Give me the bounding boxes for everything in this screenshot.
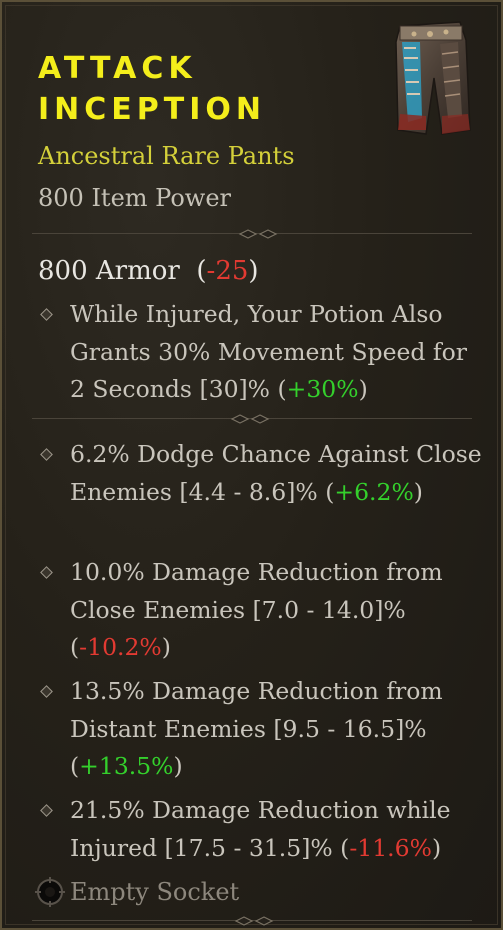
- armor-diff: -25: [206, 256, 249, 286]
- diamond-bullet-icon: [40, 308, 53, 321]
- implicit-affix: While Injured, Your Potion Also Grants 3…: [40, 296, 482, 409]
- item-name: ATTACK INCEPTION: [38, 48, 266, 130]
- affix-item: 21.5% Damage Reduction while Injured [17…: [40, 792, 482, 867]
- affix-diff: -11.6%: [349, 833, 432, 862]
- affix-diff: -10.2%: [79, 633, 162, 661]
- divider-ornament-icon: [234, 916, 274, 926]
- affix-item: 10.0% Damage Reduction from Close Enemie…: [40, 554, 482, 667]
- pants-icon: [390, 18, 472, 138]
- socket-label: Empty Socket: [70, 878, 240, 906]
- affix-close: ): [161, 633, 171, 661]
- affix-diff: +30%: [286, 375, 359, 403]
- divider-ornament-icon: [230, 414, 270, 424]
- divider: [32, 914, 472, 928]
- affix-item: 13.5% Damage Reduction from Distant Enem…: [40, 673, 482, 786]
- socket-icon: [35, 877, 65, 907]
- affix-close: ): [358, 375, 368, 403]
- divider-ornament-icon: [238, 229, 278, 239]
- armor-close: ): [248, 256, 259, 286]
- affix-diff: +13.5%: [79, 752, 174, 780]
- affix-item: 6.2% Dodge Chance Against Close Enemies …: [40, 436, 482, 511]
- item-type: Ancestral Rare Pants: [38, 142, 295, 170]
- armor-open: (: [196, 256, 207, 286]
- item-name-line1: ATTACK: [38, 51, 197, 86]
- item-tooltip: ATTACK INCEPTION Ancestral Rare Pants 80…: [0, 0, 503, 930]
- item-power: 800 Item Power: [38, 184, 231, 212]
- affix-diff: +6.2%: [334, 477, 414, 506]
- armor-stat: 800 Armor (-25): [38, 256, 259, 286]
- affix-close: ): [431, 833, 442, 862]
- affix-close: ): [173, 752, 183, 780]
- affix-text: While Injured, Your Potion Also Grants 3…: [70, 300, 468, 403]
- diamond-bullet-icon: [40, 685, 53, 698]
- diamond-bullet-icon: [40, 448, 53, 461]
- armor-value: 800 Armor: [38, 256, 180, 286]
- divider: [32, 227, 472, 241]
- divider: [32, 412, 472, 426]
- diamond-bullet-icon: [40, 804, 53, 817]
- diamond-bullet-icon: [40, 566, 53, 579]
- item-name-line2: INCEPTION: [38, 92, 267, 127]
- affix-close: ): [413, 477, 423, 506]
